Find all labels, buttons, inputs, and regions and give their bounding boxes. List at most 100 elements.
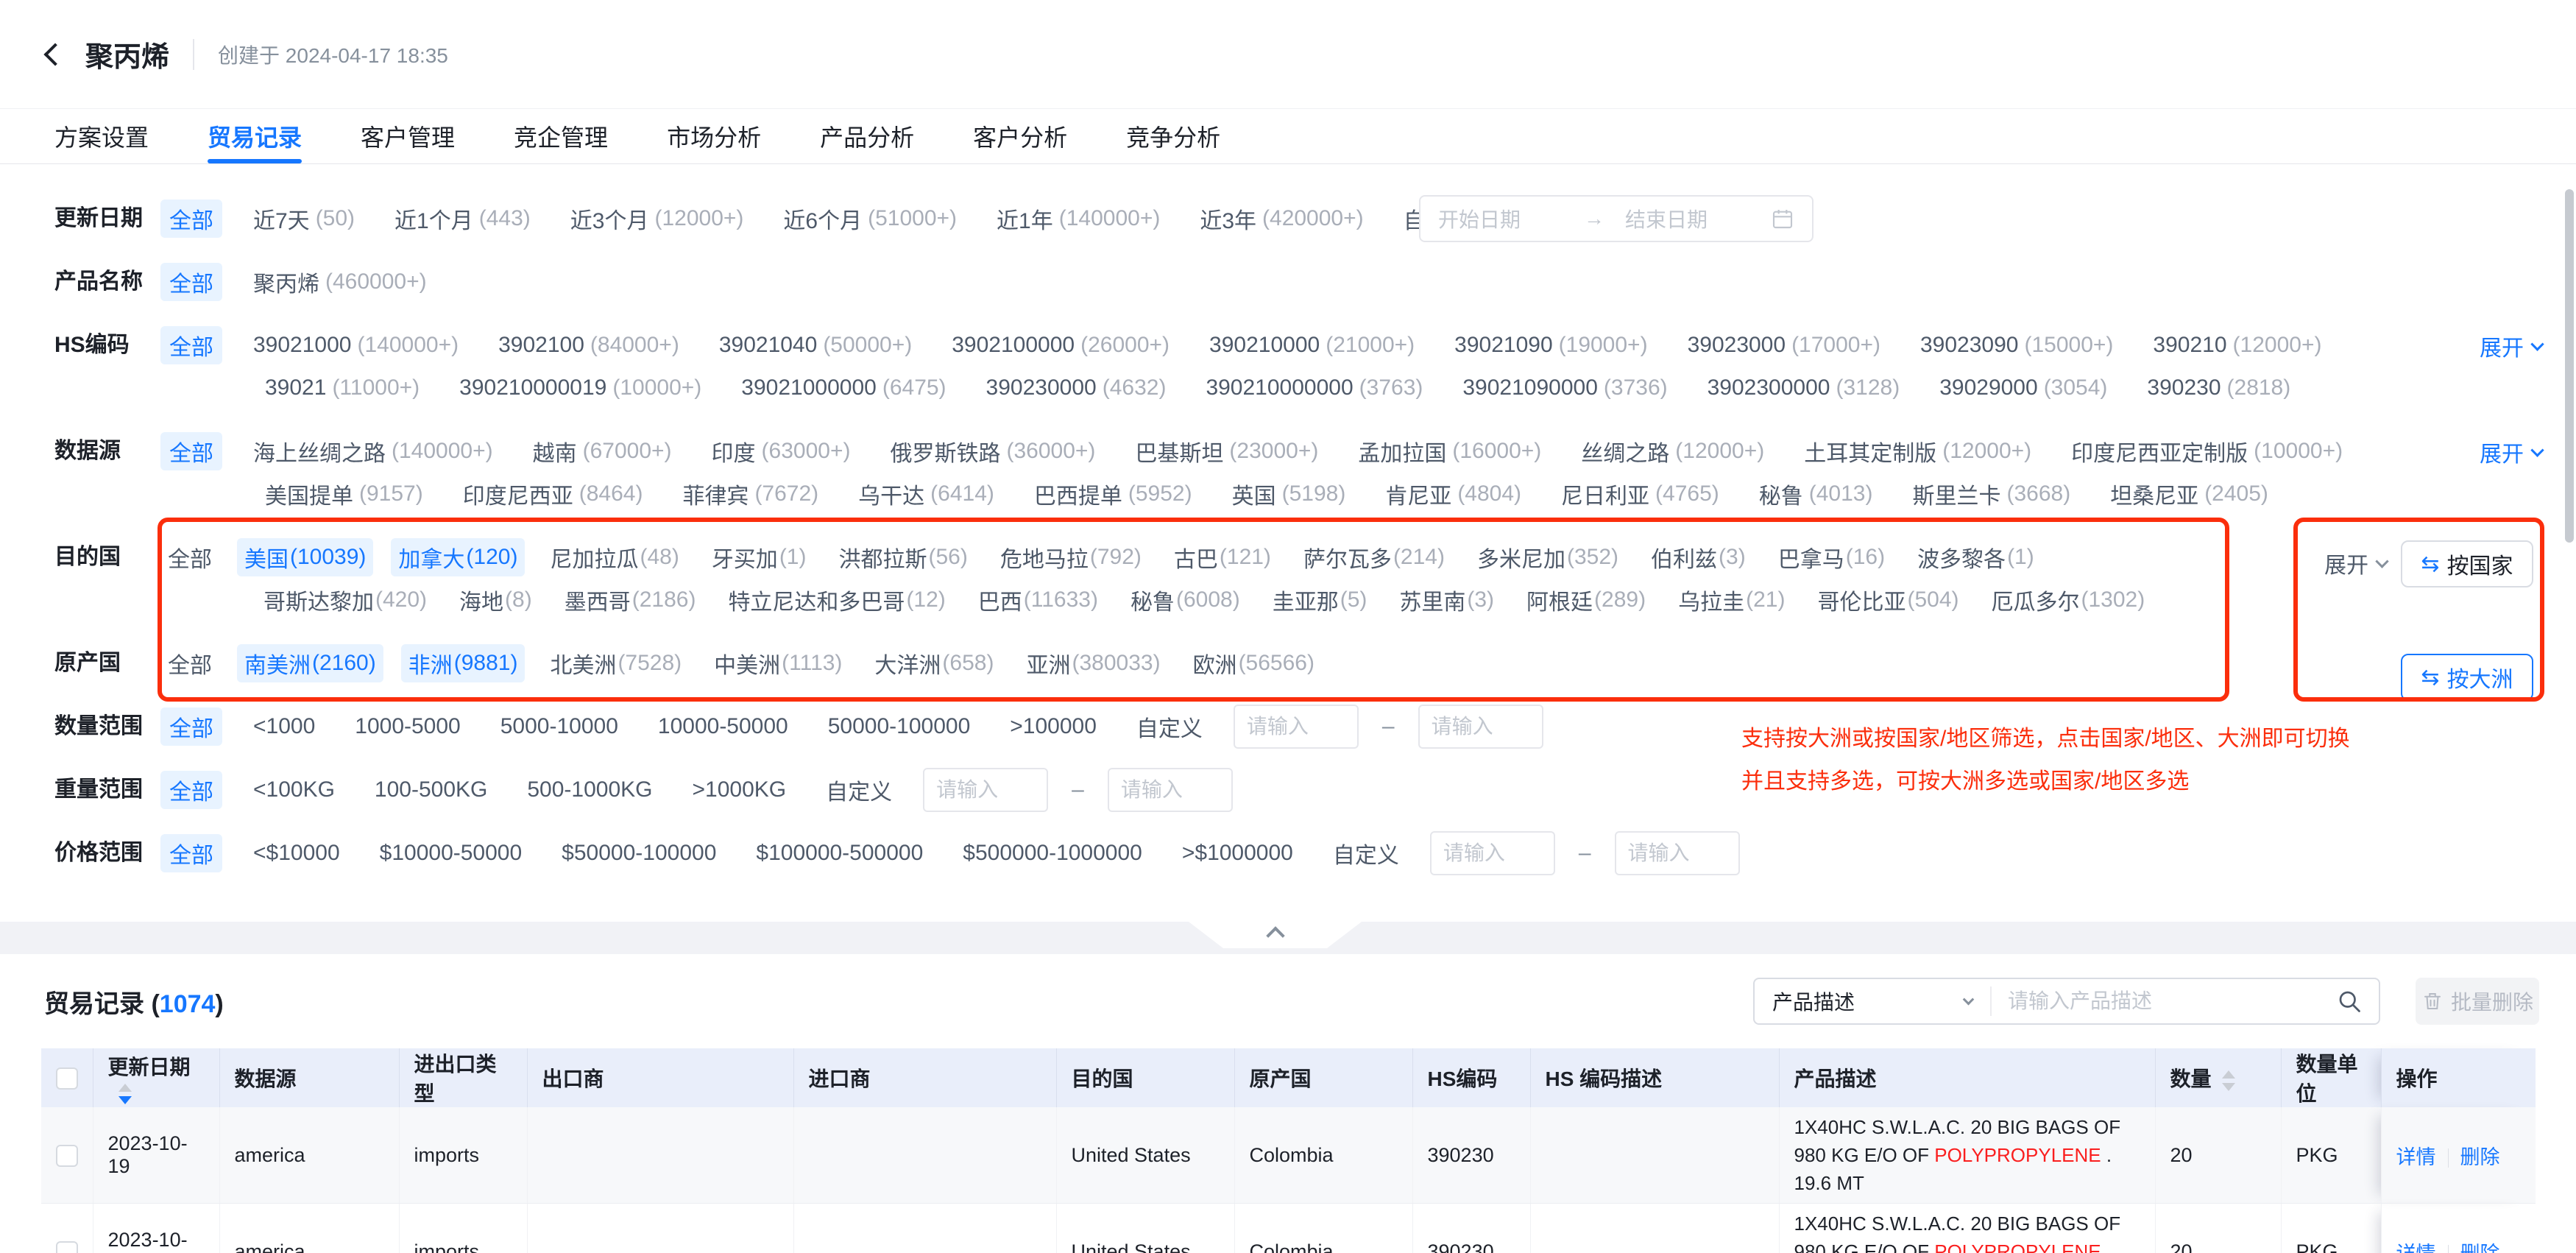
filter-chip[interactable]: 39021090000(3736) (1454, 369, 1676, 407)
by-continent-button[interactable]: ⇆按大洲 (2401, 654, 2533, 701)
filter-chip[interactable]: 秘鲁(4013) (1750, 475, 1882, 513)
filter-chip[interactable]: 斯里兰卡(3668) (1903, 475, 2079, 513)
filter-chip[interactable]: 全部 (160, 644, 219, 682)
filter-chip[interactable]: 1000-5000 (346, 707, 469, 746)
filter-chip[interactable]: 390230000(4632) (977, 369, 1175, 407)
filter-chip[interactable]: 390210000000(3763) (1197, 369, 1432, 407)
batch-delete-button[interactable]: 批量删除 (2416, 978, 2539, 1025)
collapse-filter-tab[interactable] (1189, 922, 1362, 948)
back-icon[interactable] (43, 43, 66, 66)
filter-chip[interactable]: 乌拉圭(21) (1671, 581, 1792, 619)
filter-chip[interactable]: 印度尼西亚(8464) (454, 475, 652, 513)
filter-chip[interactable]: 圭亚那(5) (1265, 581, 1375, 619)
tab[interactable]: 客户管理 (361, 109, 455, 163)
filter-chip[interactable]: 3902300000(3128) (1699, 369, 1909, 407)
filter-chip[interactable]: 39021000000(6475) (732, 369, 955, 407)
row-checkbox[interactable] (56, 1145, 78, 1167)
weight-min-input[interactable] (923, 768, 1048, 812)
filter-chip[interactable]: 3902100000(26000+) (943, 326, 1178, 364)
tab[interactable]: 方案设置 (54, 109, 149, 163)
filter-chip[interactable]: 50000-100000 (819, 707, 980, 746)
filter-chip[interactable]: 500-1000KG (518, 771, 661, 809)
filter-chip[interactable]: 乌干达(6414) (849, 475, 1003, 513)
filter-chip[interactable]: 自定义 (1324, 834, 1408, 872)
expand-link[interactable]: 展开 (2480, 330, 2542, 362)
filter-chip[interactable]: 全部 (160, 263, 222, 301)
row-checkbox[interactable] (56, 1241, 78, 1253)
qty-min-input[interactable] (1234, 705, 1359, 749)
select-all-checkbox[interactable] (56, 1067, 78, 1090)
filter-chip[interactable]: $10000-50000 (371, 834, 531, 872)
scrollbar-thumb[interactable] (2565, 189, 2574, 543)
filter-chip[interactable]: 海地(8) (452, 581, 539, 619)
search-input[interactable] (1992, 989, 2336, 1013)
tab[interactable]: 竞企管理 (514, 109, 608, 163)
search-field-select[interactable]: 产品描述 (1755, 986, 1990, 1016)
filter-chip[interactable]: 特立尼达和多巴哥(12) (721, 581, 952, 619)
filter-chip[interactable]: <$10000 (244, 834, 349, 872)
filter-chip[interactable]: >100000 (1001, 707, 1105, 746)
filter-chip[interactable]: 全部 (160, 538, 219, 576)
filter-chip[interactable]: 南美洲(2160) (237, 644, 383, 682)
date-range-picker[interactable]: 开始日期 → 结束日期 (1419, 195, 1814, 242)
filter-chip[interactable]: 大洋洲(658) (867, 644, 1001, 682)
filter-chip[interactable]: 5000-10000 (492, 707, 627, 746)
price-max-input[interactable] (1615, 831, 1740, 875)
price-min-input[interactable] (1430, 831, 1555, 875)
filter-chip[interactable]: 全部 (160, 771, 222, 809)
filter-chip[interactable]: 巴西(11633) (971, 581, 1105, 619)
filter-chip[interactable]: 孟加拉国(16000+) (1349, 432, 1550, 470)
filter-chip[interactable]: 自定义 (1128, 707, 1211, 746)
filter-chip[interactable]: 牙买加(1) (704, 538, 814, 576)
detail-link[interactable]: 详情 (2396, 1243, 2436, 1253)
filter-chip[interactable]: 肯尼亚(4804) (1376, 475, 1530, 513)
detail-link[interactable]: 详情 (2396, 1146, 2436, 1168)
filter-chip[interactable]: 自定义 (817, 771, 901, 809)
filter-chip[interactable]: 哥伦比亚(504) (1810, 581, 1966, 619)
weight-max-input[interactable] (1108, 768, 1233, 812)
filter-chip[interactable]: 波多黎各(1) (1910, 538, 2042, 576)
filter-chip[interactable]: 古巴(121) (1167, 538, 1278, 576)
filter-chip[interactable]: 美国提单(9157) (256, 475, 432, 513)
filter-chip[interactable]: 近1个月(443) (386, 200, 539, 238)
filter-chip[interactable]: 近1年(140000+) (988, 200, 1169, 238)
filter-chip[interactable]: 伯利兹(3) (1643, 538, 1753, 576)
filter-chip[interactable]: 尼日利亚(4765) (1552, 475, 1728, 513)
filter-chip[interactable]: 坦桑尼亚(2405) (2101, 475, 2277, 513)
tab[interactable]: 产品分析 (820, 109, 914, 163)
filter-chip[interactable]: 390210000(21000+) (1200, 326, 1423, 364)
filter-chip[interactable]: 39021000(140000+) (244, 326, 467, 364)
filter-chip[interactable]: 中美洲(1113) (707, 644, 849, 682)
filter-chip[interactable]: 巴基斯坦(23000+) (1126, 432, 1327, 470)
filter-chip[interactable]: 近7天(50) (244, 200, 364, 238)
country-expand-link[interactable]: 展开 (2324, 545, 2387, 582)
tab[interactable]: 竞争分析 (1126, 109, 1220, 163)
filter-chip[interactable]: 秘鲁(6008) (1123, 581, 1248, 619)
filter-chip[interactable]: 39021(11000+) (256, 369, 428, 407)
filter-chip[interactable]: 全部 (160, 834, 222, 872)
filter-chip[interactable]: 39029000(3054) (1931, 369, 2116, 407)
filter-chip[interactable]: 亚洲(380033) (1019, 644, 1167, 682)
filter-chip[interactable]: 近3个月(12000+) (562, 200, 753, 238)
filter-chip[interactable]: 巴西提单(5952) (1025, 475, 1201, 513)
filter-chip[interactable]: 390230(2818) (2138, 369, 2299, 407)
filter-chip[interactable]: 近3年(420000+) (1191, 200, 1372, 238)
filter-chip[interactable]: 39023000(17000+) (1679, 326, 1889, 364)
sort-icon[interactable] (118, 1084, 132, 1104)
filter-chip[interactable]: 印度(63000+) (703, 432, 860, 470)
filter-chip[interactable]: 全部 (160, 200, 222, 238)
filter-chip[interactable]: 土耳其定制版(12000+) (1795, 432, 2040, 470)
filter-chip[interactable]: $100000-500000 (747, 834, 932, 872)
filter-chip[interactable]: 39023090(15000+) (1911, 326, 2122, 364)
filter-chip[interactable]: 聚丙烯(460000+) (244, 263, 436, 301)
qty-max-input[interactable] (1418, 705, 1543, 749)
filter-chip[interactable]: 越南(67000+) (524, 432, 681, 470)
delete-link[interactable]: 删除 (2460, 1243, 2500, 1253)
filter-chip[interactable]: $500000-1000000 (954, 834, 1151, 872)
filter-chip[interactable]: 厄瓜多尔(1302) (1984, 581, 2153, 619)
sort-icon[interactable] (2222, 1070, 2235, 1091)
filter-chip[interactable]: 10000-50000 (649, 707, 797, 746)
filter-chip[interactable]: 3902100(84000+) (489, 326, 688, 364)
filter-chip[interactable]: 丝绸之路(12000+) (1572, 432, 1773, 470)
filter-chip[interactable]: 全部 (160, 432, 222, 470)
